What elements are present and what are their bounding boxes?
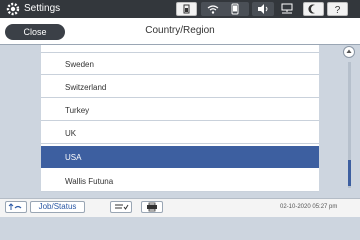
list-item[interactable]: UK <box>41 122 319 144</box>
arrow-up-icon <box>346 49 352 53</box>
list-item-label: USA <box>65 153 82 162</box>
list-item-label: Sweden <box>65 60 94 69</box>
sleep-button[interactable] <box>303 2 324 16</box>
network-status-button[interactable] <box>276 2 298 16</box>
wifi-icon <box>207 5 219 14</box>
svg-text:?: ? <box>335 5 341 15</box>
phone-icon <box>231 3 239 15</box>
page-title: Country/Region <box>145 25 215 36</box>
list-item[interactable]: Sweden <box>41 53 319 75</box>
help-icon: ? <box>335 5 341 15</box>
job-status-button[interactable]: Job/Status <box>30 201 85 213</box>
network-icon <box>281 3 293 14</box>
sound-button[interactable] <box>252 2 274 16</box>
help-button[interactable]: ? <box>327 2 348 16</box>
fax-log-button[interactable] <box>5 201 27 213</box>
scrollbar-thumb[interactable] <box>348 160 351 186</box>
list-item-label: Switzerland <box>65 83 107 92</box>
list-item[interactable]: Switzerland <box>41 76 319 98</box>
list-item[interactable]: Turkey <box>41 99 319 121</box>
job-list-icon <box>115 204 129 210</box>
list-item[interactable]: Wallis Futuna <box>41 170 319 192</box>
speaker-icon <box>258 4 268 14</box>
job-list-button[interactable] <box>110 201 132 213</box>
list-item-selected[interactable]: USA <box>41 146 319 168</box>
device-status-icon <box>183 4 190 14</box>
list-item-label: Wallis Futuna <box>65 177 114 186</box>
country-list[interactable]: Sweden Switzerland Turkey UK USA Wallis … <box>41 45 319 192</box>
datetime: 02-10-2020 05:27 pm <box>280 204 338 210</box>
connection-status-group[interactable] <box>201 2 249 16</box>
device-status-button[interactable] <box>176 2 197 16</box>
print-button[interactable] <box>141 201 163 213</box>
scroll-up-button[interactable] <box>343 46 355 58</box>
fax-log-icon <box>8 203 22 210</box>
list-item-label: Turkey <box>65 106 90 115</box>
list-item-label: UK <box>65 129 77 138</box>
gear-icon <box>6 2 20 16</box>
printer-icon <box>147 202 157 212</box>
moon-icon <box>308 4 315 14</box>
app-title: Settings <box>24 3 61 14</box>
list-item-partial[interactable] <box>41 45 319 53</box>
